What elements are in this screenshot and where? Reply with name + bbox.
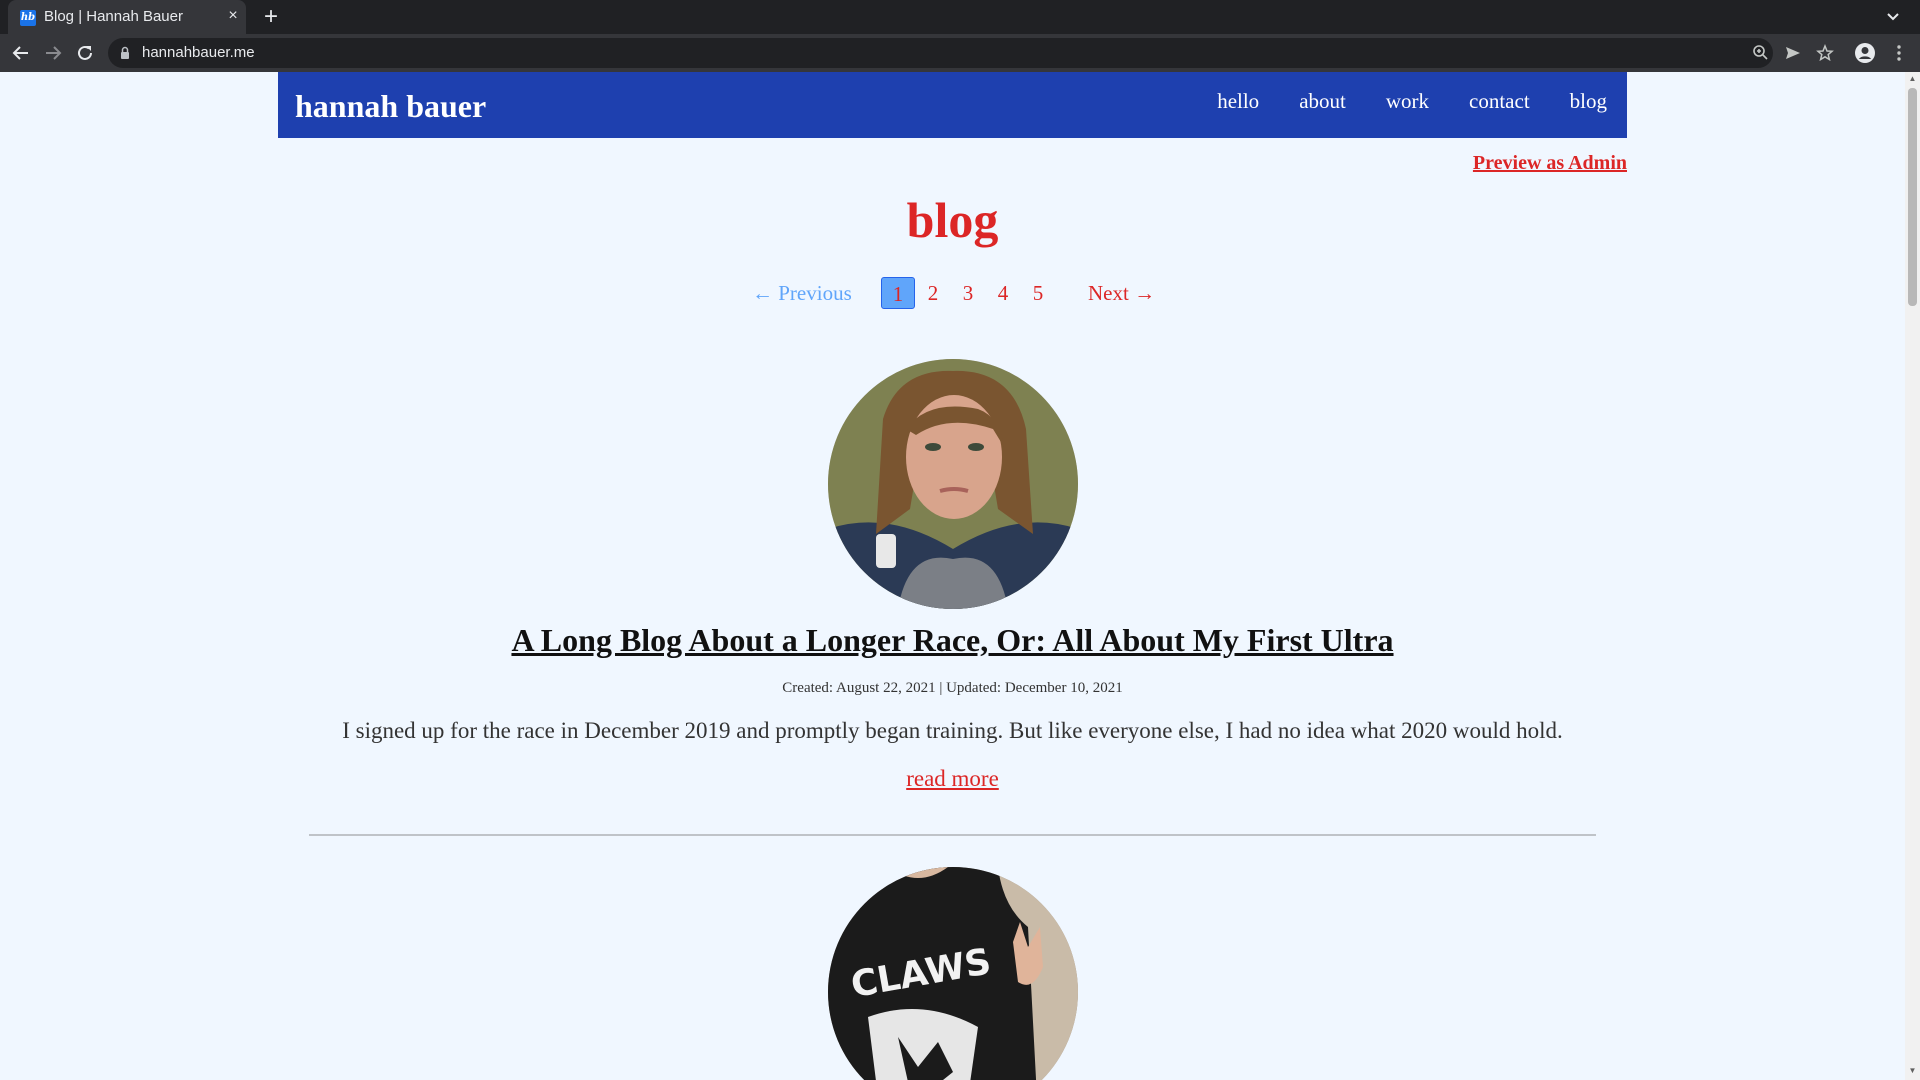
- post-divider: [309, 834, 1596, 836]
- forward-icon[interactable]: [40, 40, 66, 66]
- send-icon[interactable]: [1780, 40, 1806, 66]
- scroll-down-arrow-icon[interactable]: ▼: [1908, 1066, 1917, 1076]
- post-image[interactable]: CLAWS: [828, 867, 1078, 1080]
- nav-link-hello[interactable]: hello: [1217, 86, 1259, 116]
- scroll-up-arrow-icon[interactable]: ▲: [1908, 74, 1917, 84]
- page-viewport: hannah bauer hello about work contact bl…: [0, 72, 1905, 1080]
- pagination: ← Previous 1 2 3 4 5 Next →: [0, 277, 1905, 311]
- scrollbar-thumb[interactable]: [1908, 88, 1917, 306]
- browser-tab[interactable]: hb Blog | Hannah Bauer ×: [8, 0, 246, 34]
- pagination-page-4[interactable]: 4: [986, 277, 1020, 309]
- tab-title: Blog | Hannah Bauer: [44, 8, 183, 25]
- pagination-page-1[interactable]: 1: [881, 277, 915, 309]
- site-favicon-icon: hb: [20, 10, 36, 26]
- portrait-photo: [828, 359, 1078, 609]
- post-title-link[interactable]: A Long Blog About a Longer Race, Or: All…: [0, 620, 1905, 660]
- post-excerpt: I signed up for the race in December 201…: [342, 718, 1563, 743]
- nav-link-about[interactable]: about: [1299, 86, 1346, 116]
- pagination-next[interactable]: Next →: [1088, 277, 1155, 309]
- page-scrollbar[interactable]: ▲ ▼: [1905, 72, 1920, 1080]
- page-title: blog: [906, 192, 999, 248]
- site-brand-link[interactable]: hannah bauer: [295, 86, 486, 126]
- nav-link-work[interactable]: work: [1386, 86, 1429, 116]
- post-meta: Created: August 22, 2021 | Updated: Dece…: [782, 680, 1123, 696]
- star-icon[interactable]: [1812, 40, 1838, 66]
- pagination-page-5[interactable]: 5: [1021, 277, 1055, 309]
- reload-icon[interactable]: [72, 40, 98, 66]
- browser-tab-bar: hb Blog | Hannah Bauer × +: [0, 0, 1920, 34]
- pagination-previous[interactable]: ← Previous: [752, 277, 852, 309]
- post-image[interactable]: [828, 359, 1078, 609]
- nav-link-blog[interactable]: blog: [1570, 86, 1607, 116]
- back-icon[interactable]: [8, 40, 34, 66]
- tab-close-icon[interactable]: ×: [224, 7, 242, 25]
- profile-icon[interactable]: [1852, 40, 1878, 66]
- pagination-page-2[interactable]: 2: [916, 277, 950, 309]
- preview-as-admin-link[interactable]: Preview as Admin: [1473, 150, 1627, 176]
- main-nav: hello about work contact blog: [1217, 86, 1607, 116]
- chevron-down-icon[interactable]: [1880, 4, 1906, 30]
- nav-link-contact[interactable]: contact: [1469, 86, 1530, 116]
- address-url: hannahbauer.me: [142, 44, 255, 61]
- read-more-link[interactable]: read more: [0, 764, 1905, 794]
- menu-icon[interactable]: [1886, 40, 1912, 66]
- tshirt-photo: CLAWS: [828, 867, 1078, 1080]
- browser-toolbar: hannahbauer.me: [0, 34, 1920, 72]
- new-tab-button[interactable]: +: [258, 4, 284, 30]
- pagination-page-3[interactable]: 3: [951, 277, 985, 309]
- zoom-icon[interactable]: [1748, 40, 1774, 66]
- site-header: hannah bauer hello about work contact bl…: [278, 72, 1627, 138]
- lock-icon: [121, 46, 129, 59]
- address-bar[interactable]: hannahbauer.me: [108, 38, 1773, 68]
